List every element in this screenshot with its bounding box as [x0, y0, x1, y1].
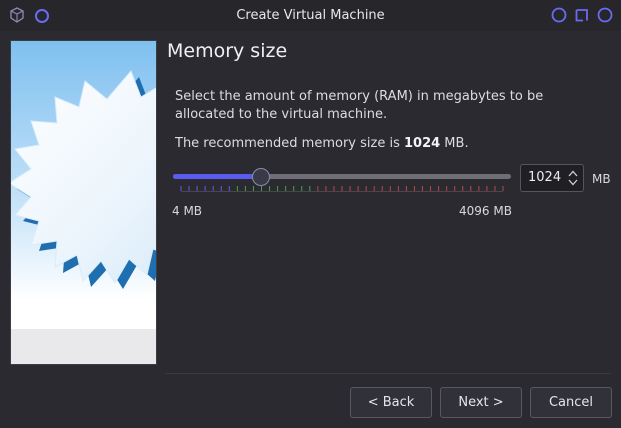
memory-slider[interactable] — [173, 165, 513, 197]
page-title: Memory size — [167, 40, 288, 62]
maximize-icon[interactable] — [574, 7, 590, 23]
window-title: Create Virtual Machine — [236, 8, 385, 23]
memory-spinbox-value[interactable]: 1024 — [528, 165, 566, 191]
wizard-banner-image — [10, 40, 157, 365]
chevron-down-icon[interactable] — [568, 179, 578, 186]
slider-fill — [173, 174, 260, 179]
chevron-up-icon[interactable] — [568, 170, 578, 177]
memory-unit-label: MB — [592, 172, 611, 186]
memory-spinbox[interactable]: 1024 — [520, 164, 584, 192]
description-text: Select the amount of memory (RAM) in meg… — [175, 89, 544, 122]
next-button[interactable]: Next > — [440, 387, 522, 418]
recommended-value: 1024 — [403, 136, 441, 151]
footer-divider — [165, 373, 611, 374]
slider-max-label: 4096 MB — [459, 204, 512, 218]
back-button[interactable]: < Back — [350, 387, 432, 418]
recommended-prefix: The recommended memory size is — [175, 136, 404, 151]
slider-min-label: 4 MB — [172, 204, 203, 218]
slider-handle[interactable] — [252, 168, 270, 186]
title-bar: Create Virtual Machine — [0, 0, 621, 31]
minimize-icon[interactable] — [551, 7, 567, 23]
close-icon[interactable] — [597, 7, 613, 23]
spin-arrows — [568, 170, 578, 186]
recommended-memory-text: The recommended memory size is 1024 MB. — [175, 136, 469, 151]
slider-ticks — [180, 186, 504, 192]
cancel-button[interactable]: Cancel — [530, 387, 612, 418]
recommended-suffix: MB. — [440, 136, 469, 151]
